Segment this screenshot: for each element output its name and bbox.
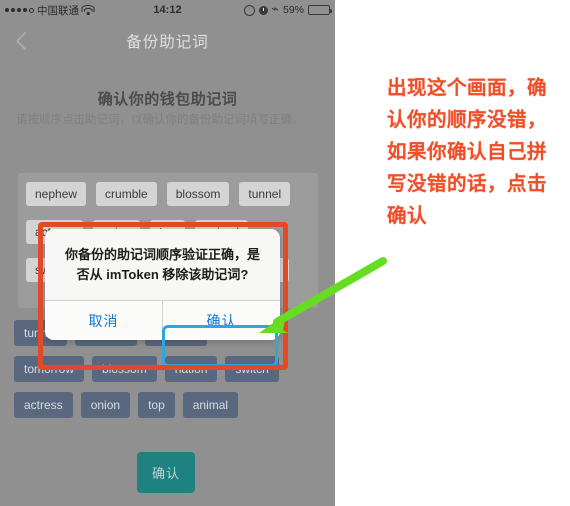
battery-icon	[308, 5, 332, 15]
phone-screenshot: 中国联通 14:12 59% 备份助记词 确认你的钱包助记词 请按顺序点击助记词…	[0, 0, 335, 506]
annotation-text: 出现这个画面，确认你的顺序没错，如果你确认自己拼写没错的话，点击确认	[387, 77, 548, 227]
alert-message: 你备份的助记词顺序验证正确，是否从 imToken 移除该助记词?	[64, 247, 260, 282]
word-bank-row: actress onion top animal	[14, 392, 324, 418]
word-bank-chip[interactable]: nation	[164, 356, 218, 382]
word-bank-row: tomorrow blossom nation switch	[14, 356, 324, 382]
word-bank-chip[interactable]: actress	[14, 392, 73, 418]
alert-dialog: 你备份的助记词顺序验证正确，是否从 imToken 移除该助记词? 取消 确认	[45, 229, 280, 340]
selected-word-chip[interactable]: crumble	[96, 182, 157, 206]
alert-cancel-button[interactable]: 取消	[45, 301, 162, 340]
selected-words-row: nephew crumble blossom tunnel	[26, 182, 310, 206]
status-bar: 中国联通 14:12 59%	[0, 0, 335, 20]
battery-percent-label: 59%	[282, 4, 304, 16]
word-bank-chip[interactable]: blossom	[92, 356, 157, 382]
section-subtitle: 请按顺序点击助记词，以确认你的备份助记词填写正确。	[16, 114, 304, 126]
word-bank-chip[interactable]: top	[138, 392, 175, 418]
alert-confirm-button[interactable]: 确认	[163, 301, 280, 340]
annotation-panel: 出现这个画面，确认你的顺序没错，如果你确认自己拼写没错的话，点击确认	[335, 0, 570, 506]
page-title: 备份助记词	[126, 34, 209, 51]
word-bank-chip[interactable]: switch	[225, 356, 279, 382]
word-bank-chip[interactable]: tomorrow	[14, 356, 85, 382]
bluetooth-icon	[271, 2, 279, 16]
navigation-bar: 备份助记词	[0, 20, 335, 62]
selected-word-chip[interactable]: tunnel	[239, 182, 291, 206]
alert-actions: 取消 确认	[45, 301, 280, 340]
confirm-button[interactable]: 确认	[137, 452, 195, 493]
selected-word-chip[interactable]: blossom	[166, 182, 230, 206]
word-bank-chip[interactable]: onion	[80, 392, 131, 418]
alarm-icon	[258, 5, 268, 15]
location-icon	[243, 4, 255, 16]
word-bank-chip[interactable]: animal	[182, 392, 239, 418]
status-bar-right: 59%	[243, 0, 332, 20]
section-heading: 确认你的钱包助记词	[97, 91, 238, 108]
selected-word-chip[interactable]: nephew	[26, 182, 87, 206]
